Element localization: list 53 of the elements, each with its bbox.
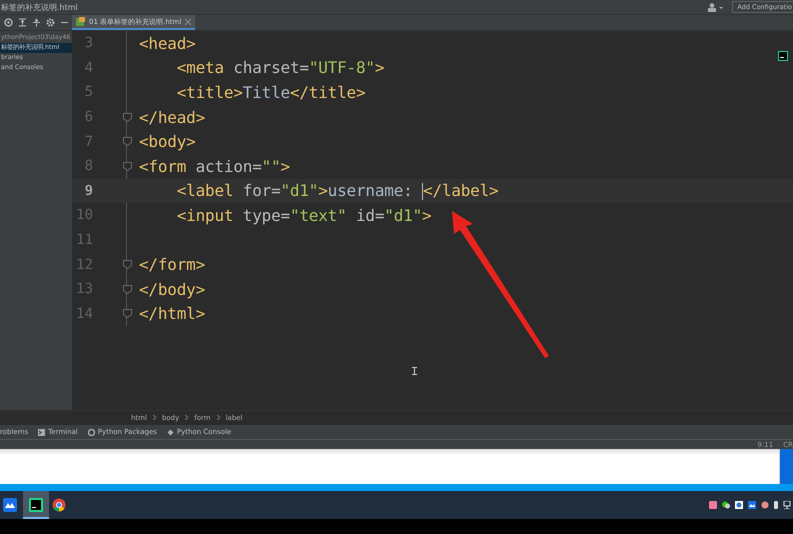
line-number: 8: [84, 158, 93, 174]
browser-icon[interactable]: [52, 498, 66, 512]
tray-icon[interactable]: [748, 501, 756, 509]
app-icon[interactable]: [778, 51, 788, 61]
python-icon: [166, 428, 174, 436]
code-line: </body>: [139, 280, 206, 299]
line-number: 3: [84, 35, 93, 52]
code-line: </form>: [139, 255, 206, 274]
code-line: <head>: [139, 34, 196, 53]
collapse-icon[interactable]: [18, 18, 27, 27]
line-number: 11: [75, 232, 93, 248]
fold-marker-icon[interactable]: [122, 162, 132, 171]
network-icon[interactable]: [783, 501, 791, 509]
expand-icon[interactable]: [32, 18, 41, 27]
line-number: 9: [84, 182, 93, 199]
code-line: <title>Title</title>: [176, 82, 366, 102]
code-line: <input type="text" id="d1">: [176, 206, 432, 225]
line-number: 5: [84, 84, 93, 100]
fold-marker-icon[interactable]: [122, 284, 132, 294]
code-line: <meta charset="UTF-8">: [176, 58, 384, 78]
chat-icon[interactable]: [722, 501, 730, 509]
text-cursor-icon: [412, 367, 417, 375]
chevron-icon: [152, 415, 156, 420]
line-number: 12: [75, 256, 93, 273]
window-title: 标签的补充说明.html: [0, 2, 78, 12]
html-file-icon: [76, 17, 85, 26]
package-icon: [88, 428, 95, 436]
ide-icon[interactable]: [29, 498, 43, 512]
chevron-icon: [216, 415, 220, 420]
app-icon[interactable]: [3, 498, 17, 512]
code-line: </html>: [139, 304, 206, 324]
fold-marker-icon[interactable]: [122, 309, 132, 318]
line-number: 13: [75, 281, 93, 298]
code-line: </head>: [139, 108, 206, 127]
line-number: 14: [75, 306, 93, 322]
tray-icon[interactable]: [735, 501, 743, 509]
code-line: <body>: [139, 132, 196, 152]
code-line: <form action="">: [139, 156, 290, 176]
line-number: 10: [75, 207, 93, 224]
terminal-icon: [38, 428, 46, 436]
fold-marker-icon[interactable]: [122, 260, 132, 270]
target-icon[interactable]: [4, 18, 13, 27]
line-number: 6: [84, 109, 93, 126]
pen-icon[interactable]: [774, 501, 778, 509]
line-number: 7: [84, 134, 93, 150]
code-line: <label for="d1">username: </label>: [176, 181, 498, 200]
settings-icon[interactable]: [46, 18, 55, 27]
fold-marker-icon[interactable]: [122, 112, 132, 122]
chevron-icon: [185, 415, 188, 420]
tray-icon[interactable]: [761, 501, 769, 509]
fold-marker-icon[interactable]: [122, 137, 132, 146]
line-number: 4: [84, 60, 93, 76]
user-icon[interactable]: [708, 2, 724, 12]
